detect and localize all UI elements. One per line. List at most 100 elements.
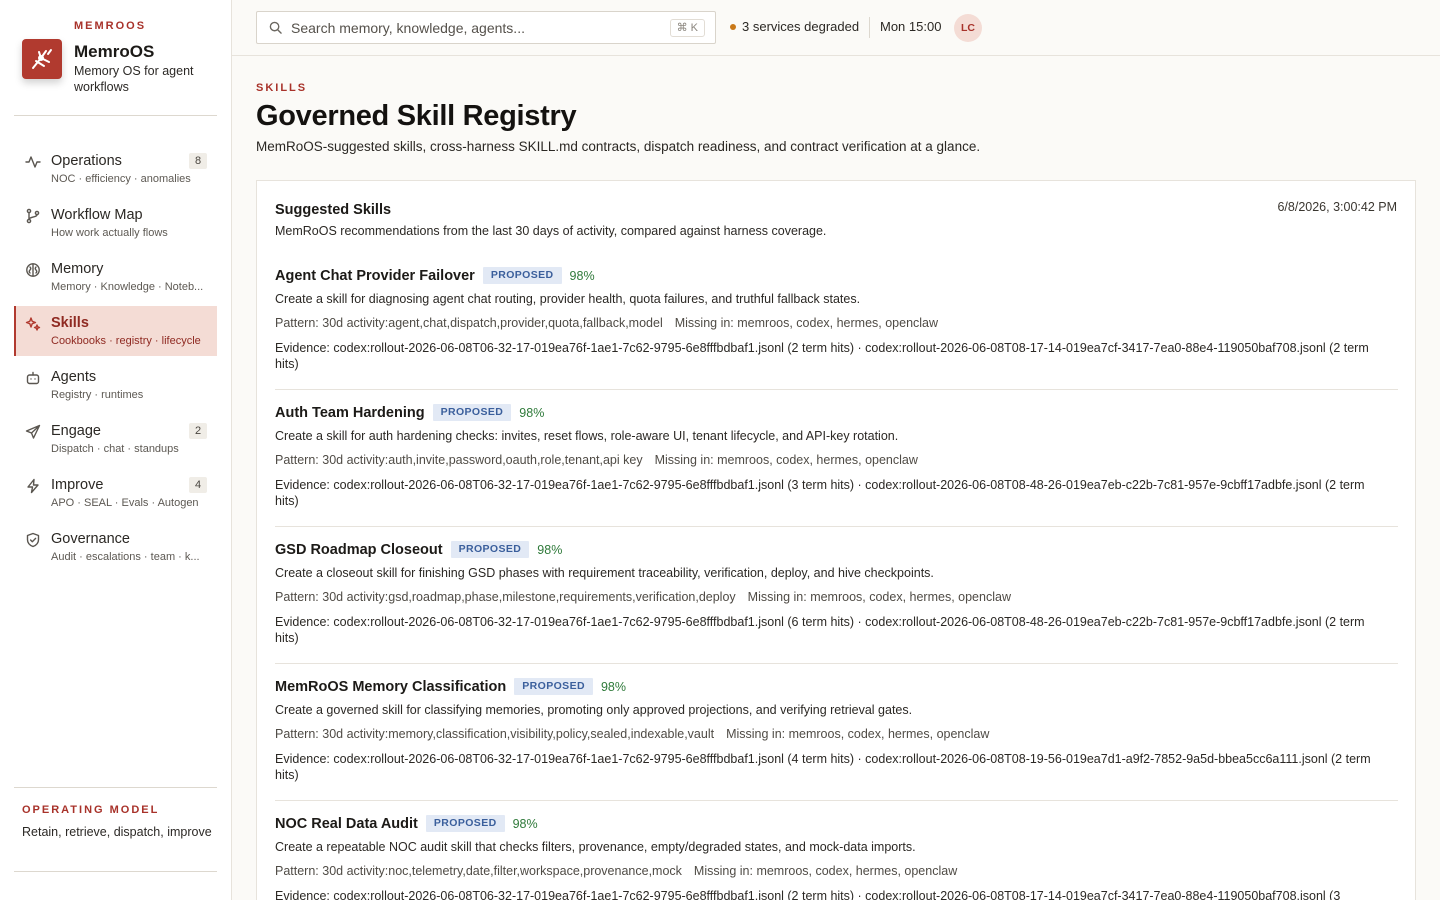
skill-header: GSD Roadmap Closeout PROPOSED 98% — [275, 541, 562, 558]
skill-missing: Missing in: memroos, codex, hermes, open… — [654, 453, 918, 467]
skill-meta: Pattern: 30d activity:auth,invite,passwo… — [275, 453, 918, 467]
skill-missing: Missing in: memroos, codex, hermes, open… — [674, 316, 939, 330]
sidebar-item-subtitle: Cookbooks · registry · lifecycle — [51, 335, 201, 347]
status-badge: PROPOSED — [450, 541, 530, 558]
skill-description: Create a closeout skill for finishing GS… — [275, 566, 934, 580]
skill-description: Create a skill for auth hardening checks… — [275, 429, 899, 443]
panel-subtitle: MemRoOS recommendations from the last 30… — [275, 224, 827, 238]
search-box[interactable]: ⌘ K — [256, 11, 716, 44]
sidebar-item-workflow-map[interactable]: Workflow Map How work actually flows — [14, 198, 217, 248]
skill-missing: Missing in: memroos, codex, hermes, open… — [693, 864, 958, 878]
skill-header: Agent Chat Provider Failover PROPOSED 98… — [275, 267, 595, 284]
skill-name[interactable]: MemRoOS Memory Classification — [275, 679, 506, 695]
skill-name[interactable]: GSD Roadmap Closeout — [275, 542, 443, 558]
panel-title: Suggested Skills — [275, 202, 392, 218]
brand-name: MemroOS — [74, 42, 155, 61]
sidebar-divider — [14, 871, 217, 872]
skill-card[interactable]: GSD Roadmap Closeout PROPOSED 98% Create… — [275, 527, 1398, 664]
topbar: ⌘ K 3 services degraded Mon 15:00 LC — [232, 0, 1440, 56]
search-input[interactable] — [291, 12, 651, 43]
skill-evidence: Evidence: codex:rollout-2026-06-08T06-32… — [275, 752, 1371, 782]
suggested-skills-panel: Suggested Skills 6/8/2026, 3:00:42 PM Me… — [256, 180, 1416, 900]
sidebar-divider — [14, 787, 217, 788]
bolt-icon — [24, 477, 42, 495]
service-status[interactable]: 3 services degraded — [730, 19, 859, 34]
sidebar-item-operations[interactable]: Operations NOC · efficiency · anomalies … — [14, 144, 217, 194]
sidebar-item-governance[interactable]: Governance Audit · escalations · team · … — [14, 522, 217, 572]
skill-name[interactable]: Auth Team Hardening — [275, 405, 425, 421]
send-icon — [24, 423, 42, 441]
sidebar-item-badge: 4 — [189, 477, 207, 493]
skill-pattern: Pattern: 30d activity:memory,classificat… — [275, 727, 715, 741]
brand-logo[interactable] — [22, 39, 62, 79]
shield-check-icon — [24, 531, 42, 549]
sidebar-item-subtitle: Memory · Knowledge · Noteb... — [51, 281, 204, 293]
sidebar-divider — [14, 115, 217, 116]
skill-pattern: Pattern: 30d activity:auth,invite,passwo… — [275, 453, 643, 467]
operating-model-eyebrow: OPERATING MODEL — [22, 804, 160, 816]
sidebar-item-improve[interactable]: Improve APO · SEAL · Evals · Autogen 4 — [14, 468, 217, 518]
status-badge: PROPOSED — [432, 404, 512, 421]
sidebar-item-agents[interactable]: Agents Registry · runtimes — [14, 360, 217, 410]
brand-eyebrow: MEMROOS — [74, 20, 147, 32]
sidebar-item-subtitle: APO · SEAL · Evals · Autogen — [51, 497, 199, 509]
sidebar-item-skills[interactable]: Skills Cookbooks · registry · lifecycle — [14, 306, 217, 356]
page-description: MemRoOS-suggested skills, cross-harness … — [256, 139, 981, 154]
skill-card[interactable]: Auth Team Hardening PROPOSED 98% Create … — [275, 390, 1398, 527]
skill-meta: Pattern: 30d activity:noc,telemetry,date… — [275, 864, 957, 878]
search-shortcut: ⌘ K — [669, 19, 705, 37]
skill-score: 98% — [519, 405, 545, 420]
sidebar-item-title: Engage — [51, 423, 101, 439]
operating-model: OPERATING MODEL Retain, retrieve, dispat… — [22, 804, 212, 840]
sidebar-item-title: Skills — [51, 315, 89, 331]
sidebar-item-title: Governance — [51, 531, 130, 547]
skill-missing: Missing in: memroos, codex, hermes, open… — [726, 727, 990, 741]
pulse-icon — [24, 153, 42, 171]
sidebar-item-badge: 2 — [189, 423, 207, 439]
sidebar-item-subtitle: Audit · escalations · team · k... — [51, 551, 200, 563]
sidebar-item-title: Operations — [51, 153, 122, 169]
brain-icon — [24, 261, 42, 279]
skill-evidence: Evidence: codex:rollout-2026-06-08T06-32… — [275, 615, 1365, 645]
sidebar-item-memory[interactable]: Memory Memory · Knowledge · Noteb... — [14, 252, 217, 302]
sidebar-item-subtitle: Registry · runtimes — [51, 389, 144, 401]
sidebar: MEMROOS MemroOS Memory OS for agent work… — [0, 0, 232, 900]
skill-header: MemRoOS Memory Classification PROPOSED 9… — [275, 678, 626, 695]
skill-evidence: Evidence: codex:rollout-2026-06-08T06-32… — [275, 889, 1341, 900]
skill-header: Auth Team Hardening PROPOSED 98% — [275, 404, 544, 421]
operating-model-text: Retain, retrieve, dispatch, improve — [22, 825, 212, 839]
search-icon — [269, 21, 282, 39]
page-eyebrow: SKILLS — [256, 82, 308, 94]
sparkles-icon — [24, 315, 42, 333]
status-badge: PROPOSED — [482, 267, 562, 284]
skill-name[interactable]: Agent Chat Provider Failover — [275, 268, 475, 284]
skill-meta: Pattern: 30d activity:memory,classificat… — [275, 727, 989, 741]
skill-meta: Pattern: 30d activity:agent,chat,dispatc… — [275, 316, 938, 330]
skill-card[interactable]: Agent Chat Provider Failover PROPOSED 98… — [275, 253, 1398, 390]
skill-pattern: Pattern: 30d activity:gsd,roadmap,phase,… — [275, 590, 736, 604]
clock: Mon 15:00 — [880, 19, 942, 34]
avatar[interactable]: LC — [954, 14, 982, 42]
skill-description: Create a governed skill for classifying … — [275, 703, 913, 717]
skill-pattern: Pattern: 30d activity:noc,telemetry,date… — [275, 864, 682, 878]
panel-timestamp: 6/8/2026, 3:00:42 PM — [1277, 200, 1397, 214]
skill-pattern: Pattern: 30d activity:agent,chat,dispatc… — [275, 316, 663, 330]
skill-description: Create a repeatable NOC audit skill that… — [275, 840, 916, 854]
status-badge: PROPOSED — [425, 815, 505, 832]
skill-name[interactable]: NOC Real Data Audit — [275, 816, 418, 832]
status-dot-icon — [730, 23, 736, 30]
sidebar-item-title: Memory — [51, 261, 104, 277]
sidebar-item-subtitle: Dispatch · chat · standups — [51, 443, 179, 455]
status-badge: PROPOSED — [514, 678, 593, 695]
skill-card[interactable]: NOC Real Data Audit PROPOSED 98% Create … — [275, 801, 1398, 900]
sidebar-item-engage[interactable]: Engage Dispatch · chat · standups 2 — [14, 414, 217, 464]
bot-icon — [24, 369, 42, 387]
skill-missing: Missing in: memroos, codex, hermes, open… — [747, 590, 1011, 604]
skill-score: 98% — [600, 679, 626, 694]
sidebar-item-subtitle: How work actually flows — [51, 227, 168, 239]
skill-meta: Pattern: 30d activity:gsd,roadmap,phase,… — [275, 590, 1011, 604]
skill-header: NOC Real Data Audit PROPOSED 98% — [275, 815, 538, 832]
sidebar-item-title: Workflow Map — [51, 207, 143, 223]
skill-card[interactable]: MemRoOS Memory Classification PROPOSED 9… — [275, 664, 1398, 801]
